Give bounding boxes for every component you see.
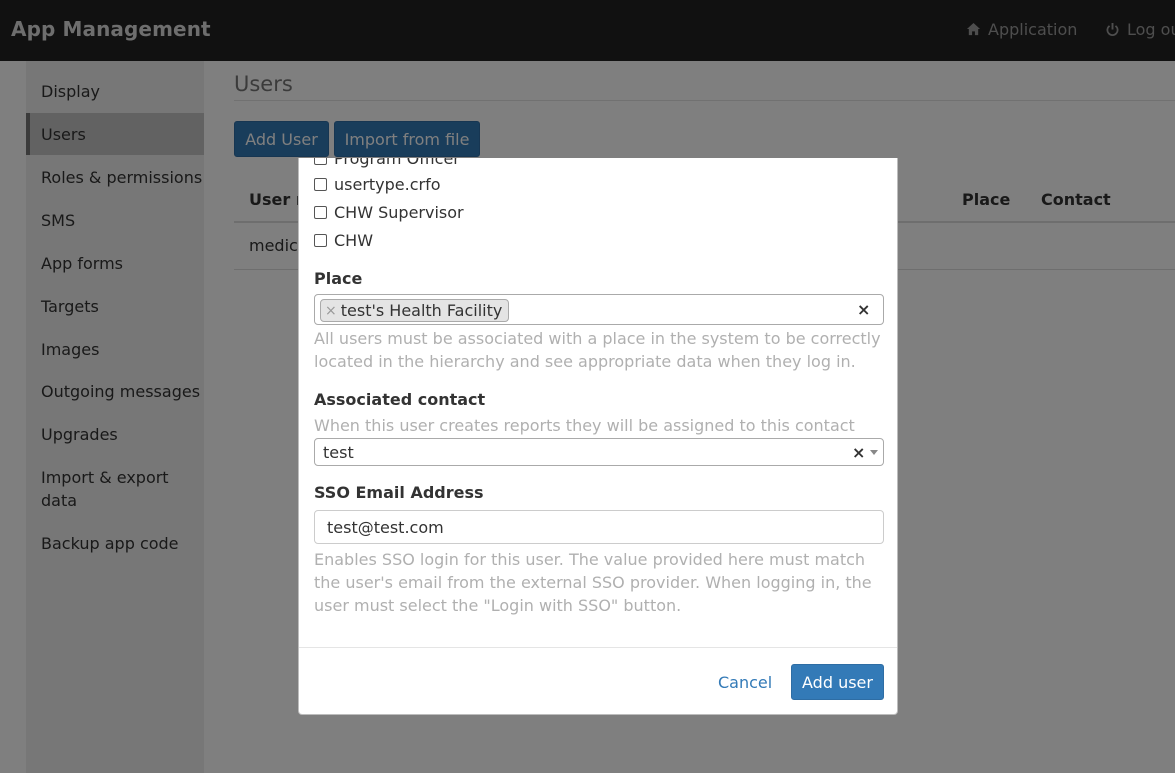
associated-contact-label: Associated contact [314,390,486,409]
add-user-submit-button[interactable]: Add user [791,664,884,700]
sso-help-text: Enables SSO login for this user. The val… [314,550,872,615]
associated-contact-select[interactable]: test × [314,438,884,466]
place-label: Place [314,269,363,288]
role-checkbox[interactable] [314,178,327,191]
sso-email-input[interactable] [314,510,884,544]
cancel-button[interactable]: Cancel [718,673,772,692]
role-checkbox[interactable] [314,206,327,219]
sso-email-label: SSO Email Address [314,483,484,502]
place-tag-label: test's Health Facility [340,301,503,320]
role-option-chw: CHW [314,231,373,250]
role-option-chw-supervisor: CHW Supervisor [314,203,464,222]
role-label: CHW [334,231,374,250]
place-tag: × test's Health Facility [320,299,510,322]
contact-help-text: When this user creates reports they will… [314,416,855,435]
chevron-down-icon[interactable] [870,450,878,455]
modal-footer: Cancel Add user [299,647,897,714]
clear-contact-icon[interactable]: × [852,443,865,462]
role-checkbox[interactable] [314,234,327,247]
contact-selected-value: test [323,443,354,462]
add-user-modal: Program Officer usertype.crfo CHW Superv… [298,158,898,715]
place-help-text: All users must be associated with a plac… [314,329,881,371]
role-label: usertype.crfo [334,175,441,194]
role-label: CHW Supervisor [334,203,464,222]
modal-body[interactable]: Program Officer usertype.crfo CHW Superv… [299,158,897,647]
role-option-usertype-crfo: usertype.crfo [314,175,441,194]
remove-tag-icon[interactable]: × [325,303,337,319]
role-option-program-officer: Program Officer [314,158,460,168]
role-label: Program Officer [334,158,460,168]
role-checkbox[interactable] [314,158,327,165]
clear-place-icon[interactable]: × [857,300,870,319]
place-select[interactable]: × test's Health Facility × [314,294,884,325]
